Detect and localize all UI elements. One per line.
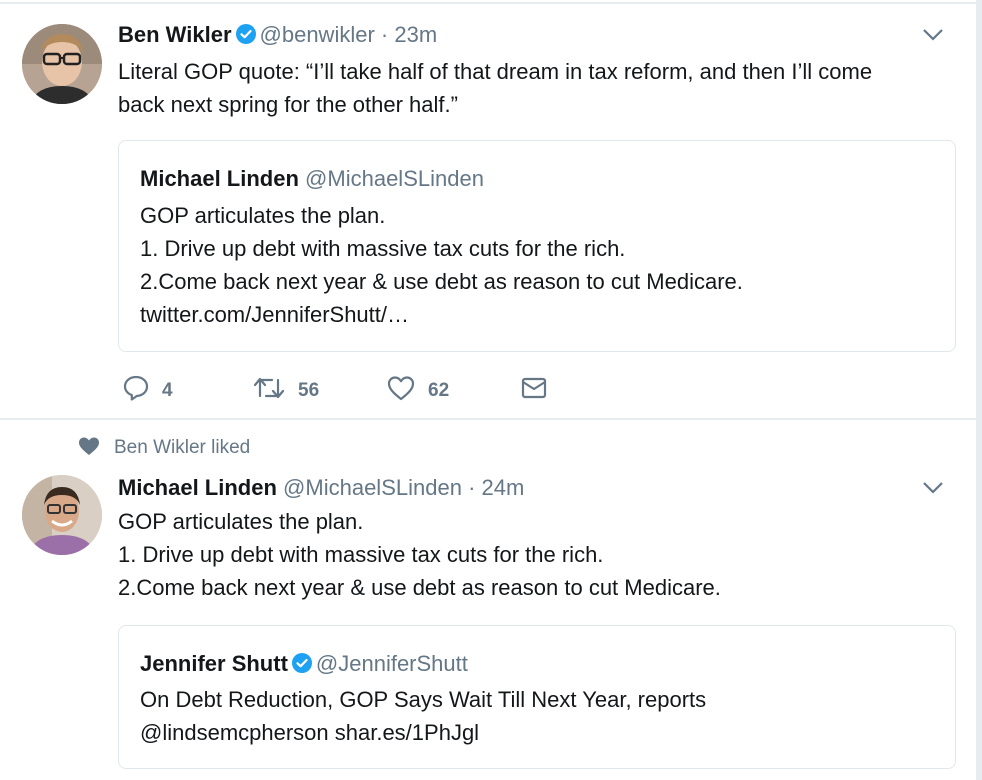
verified-badge-icon (235, 24, 256, 50)
tweet-text: GOP articulates the plan. 1. Drive up de… (118, 505, 721, 604)
author-name[interactable]: Michael Linden (118, 475, 277, 500)
quoted-text: On Debt Reduction, GOP Says Wait Till Ne… (140, 683, 706, 749)
tweet-michael-linden[interactable]: Michael Linden @MichaelSLinden · 24m GOP… (0, 460, 976, 780)
heart-filled-icon (78, 436, 100, 462)
quoted-text: GOP articulates the plan. 1. Drive up de… (140, 199, 743, 331)
avatar[interactable] (22, 475, 102, 555)
retweet-icon (252, 374, 286, 408)
quoted-author-name: Michael Linden (140, 166, 299, 191)
reply-icon (122, 374, 150, 408)
author-handle[interactable]: @benwikler (260, 22, 375, 47)
quoted-link[interactable]: twitter.com/JenniferShutt/… (140, 298, 743, 331)
separator: · (380, 22, 389, 47)
quoted-text-line: 1. Drive up debt with massive tax cuts f… (140, 236, 626, 261)
heart-icon (386, 374, 416, 408)
quoted-tweet[interactable]: Jennifer Shutt @JenniferShutt On Debt Red… (118, 625, 956, 769)
retweet-button[interactable]: 56 (252, 374, 319, 408)
like-count: 62 (428, 380, 450, 401)
quoted-author-handle: @JenniferShutt (315, 651, 468, 676)
quoted-text-line: @lindsemcpherson shar.es/1PhJgl (140, 720, 480, 745)
reply-button[interactable]: 4 (122, 374, 173, 408)
quoted-author-handle: @MichaelSLinden (305, 166, 484, 191)
liked-notice: Ben Wikler liked (78, 436, 250, 462)
author-name[interactable]: Ben Wikler (118, 22, 232, 47)
chevron-down-icon[interactable] (922, 481, 944, 500)
tweet-text-line: 1. Drive up debt with massive tax cuts f… (118, 542, 604, 567)
liked-notice-text[interactable]: Ben Wikler liked (114, 437, 250, 458)
direct-message-button[interactable] (520, 374, 548, 408)
timestamp[interactable]: 23m (394, 22, 437, 47)
tweet-text-line: 2.Come back next year & use debt as reas… (118, 575, 721, 600)
tweet-divider (0, 418, 976, 420)
tweet-text-line: GOP articulates the plan. (118, 509, 364, 534)
verified-badge-icon (291, 653, 312, 679)
quoted-tweet[interactable]: Michael Linden @MichaelSLinden GOP artic… (118, 140, 956, 352)
quoted-header: Michael Linden @MichaelSLinden (140, 166, 484, 192)
separator: · (468, 475, 476, 500)
like-button[interactable]: 62 (386, 374, 449, 408)
tweet-header: Ben Wikler @benwikler · 23m (118, 22, 437, 50)
tweet-text-line: back next spring for the other half.” (118, 92, 458, 117)
reply-count: 4 (162, 380, 173, 401)
tweet-header: Michael Linden @MichaelSLinden · 24m (118, 475, 524, 501)
timestamp[interactable]: 24m (482, 475, 525, 500)
tweet-ben-wikler[interactable]: Ben Wikler @benwikler · 23m Literal GOP q… (0, 0, 976, 418)
scroll-edge (976, 0, 982, 780)
author-handle[interactable]: @MichaelSLinden (283, 475, 462, 500)
quoted-text-line: 2.Come back next year & use debt as reas… (140, 269, 743, 294)
envelope-icon (520, 374, 548, 408)
tweet-text-line: Literal GOP quote: “I’ll take half of th… (118, 59, 873, 84)
avatar[interactable] (22, 24, 102, 104)
quoted-text-line: On Debt Reduction, GOP Says Wait Till Ne… (140, 687, 707, 712)
retweet-count: 56 (298, 380, 320, 401)
quoted-header: Jennifer Shutt @JenniferShutt (140, 651, 468, 679)
quoted-author-name: Jennifer Shutt (140, 651, 288, 676)
quoted-text-line: GOP articulates the plan. (140, 203, 386, 228)
chevron-down-icon[interactable] (922, 28, 944, 47)
tweet-text: Literal GOP quote: “I’ll take half of th… (118, 55, 872, 121)
